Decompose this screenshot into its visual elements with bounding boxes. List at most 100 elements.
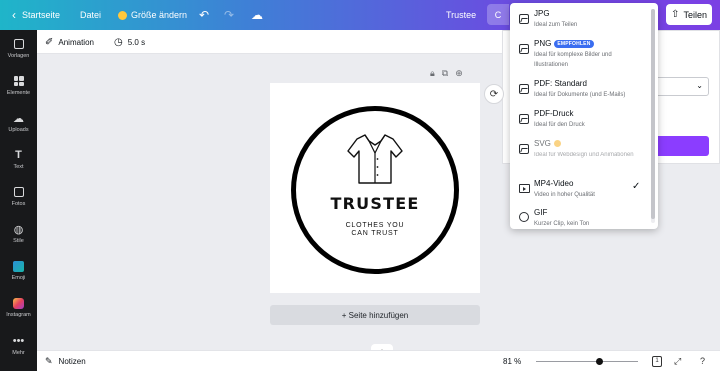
tagline-line-2: CAN TRUST bbox=[351, 230, 399, 237]
option-description: Ideal für Dokumente (und E-Mails) bbox=[534, 92, 626, 98]
redo-icon[interactable]: ↷ bbox=[224, 0, 234, 30]
notes-label: Notizen bbox=[58, 356, 86, 366]
document-icon bbox=[519, 114, 529, 124]
file-type-dropdown: JPG Ideal zum Teilen PNG EMPFOHLEN Ideal … bbox=[510, 3, 658, 229]
sidebar-item-label: Elemente bbox=[6, 90, 31, 96]
checkmark-icon: ✓ bbox=[632, 181, 641, 192]
zoom-level: 81 % bbox=[503, 356, 522, 366]
chevron-left-icon: ‹ bbox=[12, 8, 16, 22]
sidebar-item-uploads[interactable]: ☁ Uploads bbox=[0, 112, 37, 146]
sidebar-item-photos[interactable]: Fotos bbox=[0, 186, 37, 220]
page-tools: 🔒︎ ⧉ ⊕ bbox=[430, 68, 463, 79]
sidebar-item-more[interactable]: ••• Mehr bbox=[0, 335, 37, 369]
file-type-option-gif[interactable]: GIF Kurzer Clip, kein Ton bbox=[510, 204, 650, 229]
sidebar-item-emoji[interactable]: Emoji bbox=[0, 260, 37, 294]
option-title: PDF-Druck bbox=[534, 109, 574, 118]
option-title-row: SVG bbox=[534, 139, 561, 148]
gif-icon bbox=[519, 212, 529, 222]
design-page[interactable]: TRUSTEE CLOTHES YOU CAN TRUST bbox=[270, 83, 480, 293]
shirt-icon bbox=[347, 134, 403, 184]
elements-icon bbox=[13, 75, 25, 87]
file-type-option-pdf-standard[interactable]: PDF: Standard Ideal für Dokumente (und E… bbox=[510, 75, 650, 105]
sidebar-item-label: Fotos bbox=[11, 201, 26, 207]
refresh-icon[interactable]: ⟳ bbox=[484, 84, 504, 104]
recommended-badge: EMPFOHLEN bbox=[554, 40, 594, 48]
option-title: MP4-Video bbox=[534, 179, 574, 188]
file-type-option-pdf-print[interactable]: PDF-Druck Ideal für den Druck bbox=[510, 105, 650, 135]
image-icon bbox=[519, 144, 529, 154]
option-description: Video in hoher Qualität bbox=[534, 192, 595, 198]
animation-icon: ✐ bbox=[45, 36, 54, 48]
add-page-button[interactable]: + Seite hinzufügen bbox=[270, 305, 480, 325]
sidebar-item-elements[interactable]: Elemente bbox=[0, 75, 37, 109]
option-title: SVG bbox=[534, 139, 551, 148]
option-description: Ideal für den Druck bbox=[534, 122, 585, 128]
scrollbar-thumb[interactable] bbox=[651, 9, 655, 219]
document-title-text: Trustee bbox=[446, 10, 477, 20]
document-title[interactable]: Trustee bbox=[446, 0, 476, 30]
cloud-save-icon[interactable]: ☁ bbox=[251, 0, 263, 30]
file-label: Datei bbox=[80, 10, 102, 20]
file-type-option-png[interactable]: PNG EMPFOHLEN Ideal für komplexe Bilder u… bbox=[510, 35, 650, 73]
image-icon bbox=[519, 14, 529, 24]
dropdown-scrollbar[interactable] bbox=[651, 9, 655, 223]
duration-button[interactable]: ◷ 5.0 s bbox=[114, 30, 145, 54]
duplicate-page-icon[interactable]: ⧉ bbox=[442, 68, 448, 79]
styles-icon: ◍ bbox=[13, 223, 24, 236]
home-label: Startseite bbox=[22, 10, 61, 20]
notes-button[interactable]: ✎ Notizen bbox=[45, 356, 86, 367]
option-description: Kurzer Clip, kein Ton bbox=[534, 221, 590, 227]
duration-label: 5.0 s bbox=[127, 37, 146, 47]
share-button[interactable]: ⇧ Teilen bbox=[666, 4, 712, 25]
crown-icon bbox=[553, 140, 561, 147]
text-icon: T bbox=[15, 149, 22, 161]
option-description: Ideal für komplexe Bilder und Illustrati… bbox=[534, 52, 612, 68]
tagline-line-1: CLOTHES YOU bbox=[345, 222, 405, 229]
expand-icon[interactable]: ⤢ bbox=[674, 356, 681, 367]
share-label: Teilen bbox=[683, 9, 707, 20]
sidebar-item-label: Text bbox=[13, 164, 24, 170]
panel-select[interactable]: ⌄ bbox=[653, 77, 709, 96]
file-type-option-svg[interactable]: SVG Ideal für Webdesign und Animationen bbox=[510, 135, 650, 173]
sidebar-item-instagram[interactable]: Instagram bbox=[0, 297, 37, 331]
video-icon bbox=[519, 184, 530, 193]
templates-icon bbox=[13, 38, 25, 50]
download-label: C bbox=[494, 9, 502, 20]
left-sidebar: Vorlagen Elemente ☁ Uploads T Text Fotos… bbox=[0, 30, 37, 371]
lock-icon[interactable]: 🔒︎ bbox=[430, 68, 435, 79]
add-page-icon[interactable]: ⊕ bbox=[455, 68, 463, 79]
zoom-slider[interactable] bbox=[536, 358, 638, 365]
home-button[interactable]: ‹ Startseite bbox=[12, 0, 60, 30]
option-title-row: PNG EMPFOHLEN bbox=[534, 39, 594, 48]
option-title: JPG bbox=[534, 9, 550, 18]
file-menu[interactable]: Datei bbox=[80, 0, 101, 30]
sidebar-item-styles[interactable]: ◍ Stile bbox=[0, 223, 37, 257]
option-description: Ideal zum Teilen bbox=[534, 22, 578, 28]
animation-label: Animation bbox=[58, 37, 94, 47]
file-type-option-mp4[interactable]: MP4-Video Video in hoher Qualität ✓ bbox=[510, 175, 650, 205]
add-page-label: + Seite hinzufügen bbox=[341, 310, 409, 320]
download-button[interactable]: C bbox=[487, 4, 509, 25]
emoji-icon bbox=[13, 260, 25, 272]
brand-name: TRUSTEE bbox=[330, 194, 420, 213]
zoom-slider-handle[interactable] bbox=[595, 358, 603, 365]
more-icon: ••• bbox=[12, 335, 25, 347]
sidebar-item-label: Uploads bbox=[8, 127, 29, 133]
document-icon bbox=[519, 84, 529, 94]
option-title: PNG bbox=[534, 39, 552, 48]
upload-icon: ☁ bbox=[13, 112, 24, 125]
sidebar-item-label: Emoji bbox=[11, 275, 26, 281]
sidebar-item-text[interactable]: T Text bbox=[0, 149, 37, 183]
file-type-option-jpg[interactable]: JPG Ideal zum Teilen bbox=[510, 5, 650, 35]
instagram-icon bbox=[13, 297, 25, 309]
sidebar-item-templates[interactable]: Vorlagen bbox=[0, 38, 37, 72]
option-title: GIF bbox=[534, 208, 548, 217]
undo-icon[interactable]: ↶ bbox=[199, 0, 209, 30]
help-icon[interactable]: ? bbox=[700, 356, 705, 366]
resize-button[interactable]: Größe ändern bbox=[118, 0, 187, 30]
panel-download-button[interactable] bbox=[653, 136, 709, 156]
option-title: PDF: Standard bbox=[534, 79, 587, 88]
share-upload-icon: ⇧ bbox=[671, 9, 680, 20]
page-count-button[interactable]: 1 bbox=[652, 356, 662, 367]
animation-button[interactable]: ✐ Animation bbox=[45, 30, 94, 54]
